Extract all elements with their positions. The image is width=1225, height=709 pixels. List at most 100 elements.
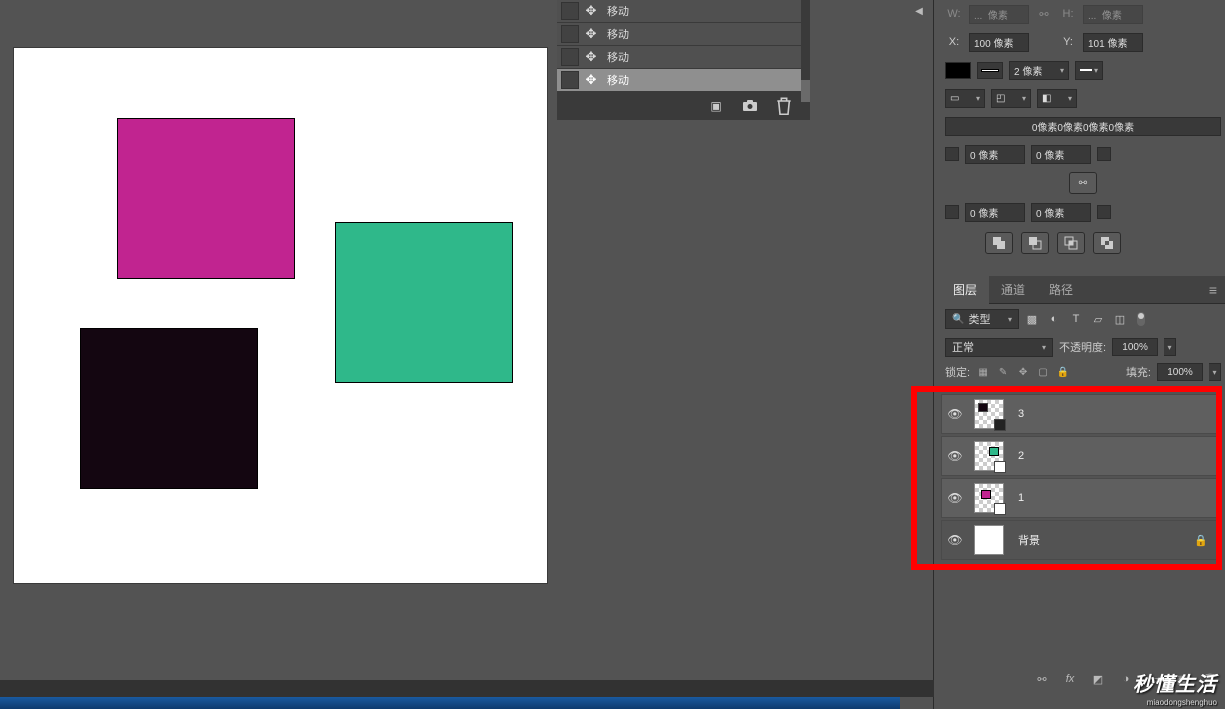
move-icon: ✥ (583, 72, 599, 88)
history-checkbox[interactable] (561, 48, 579, 66)
trash-icon[interactable] (776, 99, 792, 113)
layer-filter-row: 🔍 类型 ▾ ▩ ◐ T ▱ ◫ (941, 304, 1225, 334)
corner-tl-input[interactable] (965, 145, 1025, 164)
history-item-selected[interactable]: ✥ 移动 (557, 69, 810, 92)
corner-all-input[interactable] (945, 117, 1221, 136)
stroke-color-swatch[interactable] (977, 62, 1003, 79)
lock-position-icon[interactable]: ✥ (1016, 365, 1030, 379)
fill-input[interactable]: 100% (1157, 363, 1203, 381)
properties-panel: W: ⚯ H: X: Y: 2 像素▾ ▾ ▭▾ ◰▾ ◧▾ (941, 0, 1225, 260)
x-input[interactable] (969, 33, 1029, 52)
move-icon: ✥ (583, 26, 599, 42)
link-wh-icon[interactable]: ⚯ (1035, 8, 1053, 21)
history-panel: ✥ 移动 ✥ 移动 ✥ 移动 ✥ 移动 ▣ (557, 0, 810, 120)
corner-br-toggle[interactable] (1097, 205, 1111, 219)
cap-select[interactable]: ▭▾ (945, 89, 985, 108)
camera-icon[interactable] (742, 99, 758, 113)
filter-toggle[interactable] (1137, 312, 1145, 326)
corner-tr-input[interactable] (1031, 145, 1091, 164)
bottom-scrollbar[interactable] (0, 680, 934, 697)
pathop-intersect-button[interactable] (1057, 232, 1085, 254)
fill-dropdown[interactable]: ▾ (1209, 363, 1221, 381)
fill-label: 填充: (1126, 364, 1151, 380)
move-icon: ✥ (583, 3, 599, 19)
shape-badge-icon (994, 419, 1006, 431)
lock-artboard-icon[interactable]: ▢ (1036, 365, 1050, 379)
history-checkbox[interactable] (561, 25, 579, 43)
canvas[interactable] (14, 48, 547, 583)
scrollbar-thumb[interactable] (801, 80, 810, 102)
shape-rect-2[interactable] (335, 222, 513, 383)
lock-all-icon[interactable]: 🔒 (1056, 365, 1070, 379)
tab-channels[interactable]: 通道 (989, 276, 1037, 304)
history-label: 移动 (607, 3, 629, 19)
history-checkbox[interactable] (561, 2, 579, 20)
visibility-icon[interactable]: 👁 (942, 449, 968, 463)
layer-name[interactable]: 3 (1018, 408, 1024, 420)
corner-tr-toggle[interactable] (1097, 147, 1111, 161)
fx-icon[interactable]: fx (1061, 671, 1079, 687)
align-select[interactable]: ◧▾ (1037, 89, 1077, 108)
tab-paths[interactable]: 路径 (1037, 276, 1085, 304)
filter-smart-icon[interactable]: ◫ (1111, 310, 1129, 328)
visibility-icon[interactable]: 👁 (942, 533, 968, 547)
history-item[interactable]: ✥ 移动 (557, 46, 810, 69)
panel-collapse-icon[interactable]: ◀ (912, 4, 926, 18)
corner-select[interactable]: ◰▾ (991, 89, 1031, 108)
corner-bl-toggle[interactable] (945, 205, 959, 219)
w-input[interactable] (969, 5, 1029, 24)
pathop-exclude-button[interactable] (1093, 232, 1121, 254)
filter-type-select[interactable]: 🔍 类型 ▾ (945, 309, 1019, 329)
history-checkbox[interactable] (561, 71, 579, 89)
filter-text-icon[interactable]: T (1067, 310, 1085, 328)
link-corners-button[interactable]: ⚯ (1069, 172, 1097, 194)
visibility-icon[interactable]: 👁 (942, 407, 968, 421)
layer-name[interactable]: 背景 (1018, 532, 1040, 548)
fill-color-swatch[interactable] (945, 62, 971, 79)
layer-row[interactable]: 👁 3 (941, 394, 1219, 434)
layer-row[interactable]: 👁 2 (941, 436, 1219, 476)
layer-row[interactable]: 👁 1 (941, 478, 1219, 518)
filter-shape-icon[interactable]: ▱ (1089, 310, 1107, 328)
layer-thumbnail[interactable] (974, 525, 1004, 555)
x-label: X: (945, 36, 963, 48)
search-icon: 🔍 (952, 314, 964, 325)
taskbar[interactable] (0, 697, 900, 709)
pathop-combine-button[interactable] (985, 232, 1013, 254)
stroke-type-select[interactable]: ▾ (1075, 61, 1103, 80)
history-item[interactable]: ✥ 移动 (557, 0, 810, 23)
history-scrollbar[interactable] (801, 0, 810, 103)
mask-icon[interactable]: ◩ (1089, 671, 1107, 687)
opacity-input[interactable]: 100% (1112, 338, 1158, 356)
blend-row: 正常▾ 不透明度: 100% ▾ (941, 334, 1225, 360)
corner-tl-toggle[interactable] (945, 147, 959, 161)
lock-transparent-icon[interactable]: ▦ (976, 365, 990, 379)
lock-row: 锁定: ▦ ✎ ✥ ▢ 🔒 填充: 100% ▾ (941, 360, 1225, 384)
panel-menu-icon[interactable]: ≡ (1201, 282, 1225, 298)
corner-br-input[interactable] (1031, 203, 1091, 222)
opacity-dropdown[interactable]: ▾ (1164, 338, 1176, 356)
new-snapshot-icon[interactable]: ▣ (708, 99, 724, 113)
tab-layers[interactable]: 图层 (941, 276, 989, 304)
layers-panel: 图层 通道 路径 ≡ 🔍 类型 ▾ ▩ ◐ T ▱ ◫ 正常▾ 不透明度: 10… (941, 276, 1225, 570)
history-label: 移动 (607, 26, 629, 42)
y-input[interactable] (1083, 33, 1143, 52)
panel-tabs: 图层 通道 路径 ≡ (941, 276, 1225, 304)
filter-adjust-icon[interactable]: ◐ (1045, 310, 1063, 328)
lock-pixels-icon[interactable]: ✎ (996, 365, 1010, 379)
layer-row-background[interactable]: 👁 背景 🔒 (941, 520, 1219, 560)
lock-label: 锁定: (945, 364, 970, 380)
corner-bl-input[interactable] (965, 203, 1025, 222)
pathop-subtract-button[interactable] (1021, 232, 1049, 254)
layer-name[interactable]: 1 (1018, 492, 1024, 504)
filter-pixel-icon[interactable]: ▩ (1023, 310, 1041, 328)
shape-rect-3[interactable] (80, 328, 258, 489)
stroke-width-select[interactable]: 2 像素▾ (1009, 61, 1069, 80)
history-item[interactable]: ✥ 移动 (557, 23, 810, 46)
visibility-icon[interactable]: 👁 (942, 491, 968, 505)
h-input[interactable] (1083, 5, 1143, 24)
layer-name[interactable]: 2 (1018, 450, 1024, 462)
blend-mode-select[interactable]: 正常▾ (945, 338, 1053, 357)
link-layers-icon[interactable]: ⚯ (1033, 671, 1051, 687)
shape-rect-1[interactable] (117, 118, 295, 279)
